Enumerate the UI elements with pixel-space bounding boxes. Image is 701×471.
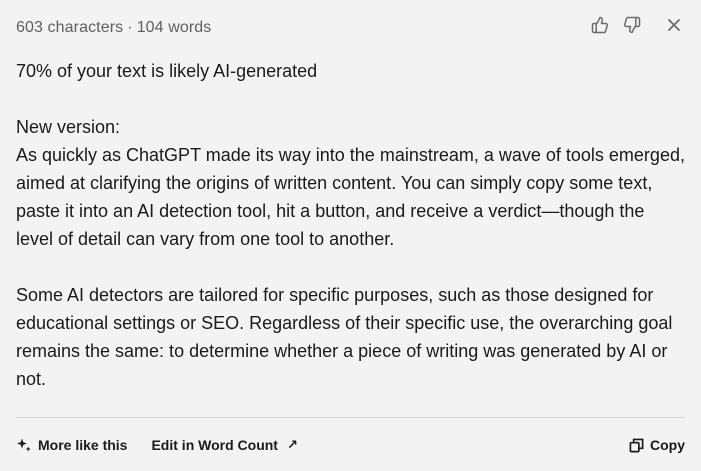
close-icon: [668, 19, 680, 31]
sparkle-icon: [17, 438, 31, 452]
text-stats: 603 characters · 104 words: [16, 19, 211, 37]
stats-separator: ·: [127, 19, 133, 36]
copy-icon: [629, 438, 644, 452]
thumbs-up-button[interactable]: [589, 14, 611, 36]
close-button[interactable]: [663, 14, 685, 36]
thumbs-down-button[interactable]: [621, 14, 643, 36]
thumbs-down-icon: [623, 16, 641, 34]
word-count: 104 words: [136, 19, 212, 36]
footer-actions: More like this Edit in Word Count ↗ Copy: [16, 432, 685, 458]
rewritten-paragraph-2: Some AI detectors are tailored for speci…: [16, 285, 673, 389]
result-text: 70% of your text is likely AI-generated …: [16, 57, 686, 393]
copy-button[interactable]: Copy: [629, 437, 685, 453]
copy-label: Copy: [650, 437, 685, 453]
more-like-this-label: More like this: [38, 437, 128, 453]
edit-in-word-count-label: Edit in Word Count: [151, 437, 278, 453]
external-arrow-icon: ↗: [286, 437, 298, 452]
feedback-actions: [589, 14, 685, 36]
result-panel: 603 characters · 104 words 70% of your tex…: [0, 0, 701, 471]
rewritten-paragraph-1: As quickly as ChatGPT made its way into …: [16, 145, 685, 249]
new-version-label: New version:: [16, 117, 121, 137]
more-like-this-button[interactable]: More like this: [16, 437, 127, 453]
edit-in-word-count-link[interactable]: Edit in Word Count ↗: [151, 437, 297, 453]
ai-score-line: 70% of your text is likely AI-generated: [16, 61, 318, 81]
thumbs-up-icon: [591, 16, 609, 34]
character-count: 603 characters: [16, 19, 124, 36]
footer-divider: [16, 417, 685, 418]
